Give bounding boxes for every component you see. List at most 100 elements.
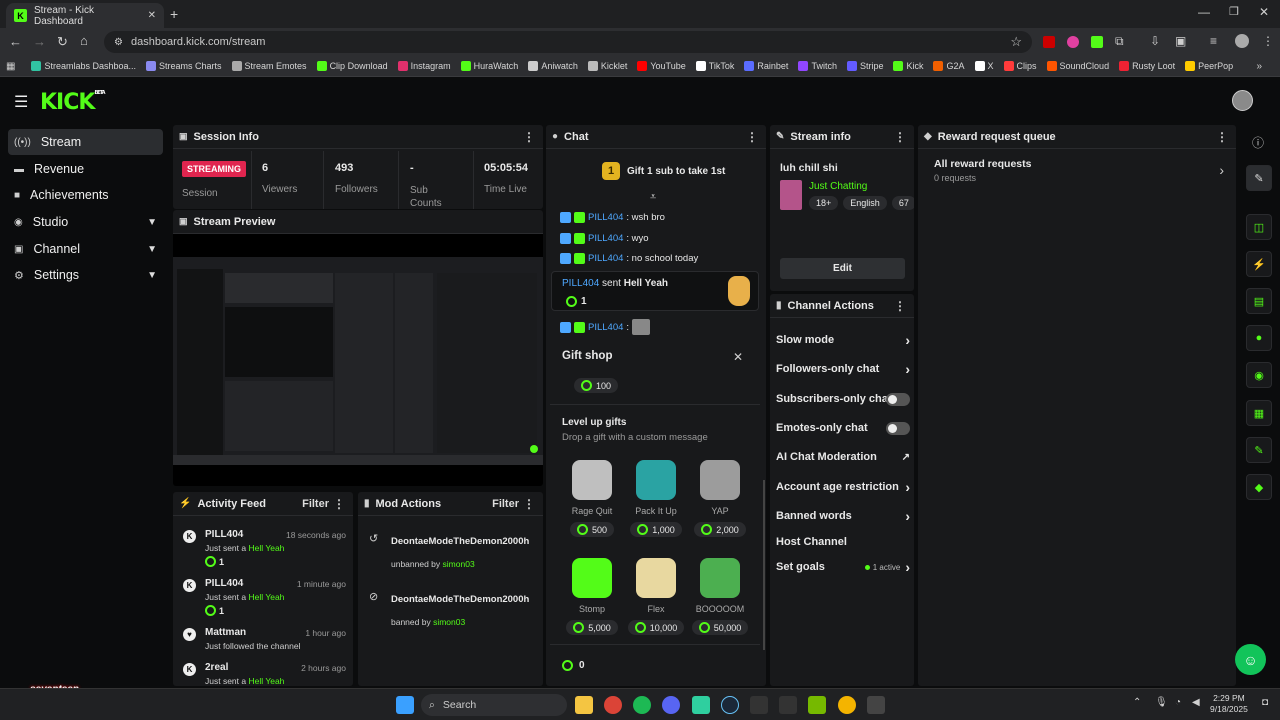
- channel-action-row[interactable]: Account age restriction ›: [776, 474, 910, 500]
- rail-media-icon[interactable]: ▦: [1246, 400, 1272, 426]
- nvidia-icon[interactable]: [808, 696, 826, 714]
- mod-target-user[interactable]: DeontaeModeTheDemon2000h: [391, 536, 539, 547]
- toggle-switch[interactable]: [886, 421, 910, 435]
- home-icon[interactable]: ⌂: [80, 33, 88, 48]
- channel-action-row[interactable]: Slow mode ›: [776, 327, 910, 353]
- taskbar-search[interactable]: ⌕ Search: [421, 694, 567, 716]
- channel-action-row[interactable]: Set goals 1 active ›: [776, 554, 910, 580]
- app-icon[interactable]: [692, 696, 710, 714]
- bookmark-item[interactable]: Stream Emotes: [231, 61, 307, 71]
- microphone-icon[interactable]: 🎙︎: [1155, 697, 1168, 708]
- channel-action-row[interactable]: AI Chat Moderation ↗: [776, 444, 910, 470]
- app-icon[interactable]: [779, 696, 797, 714]
- new-tab-icon[interactable]: +: [170, 6, 178, 22]
- more-options-icon[interactable]: ⋮: [523, 497, 535, 511]
- info-icon[interactable]: ⓘ: [1252, 134, 1264, 151]
- bookmark-star-icon[interactable]: ☆: [1010, 34, 1022, 50]
- epic-games-icon[interactable]: [750, 696, 768, 714]
- stream-tag[interactable]: 18+: [809, 196, 839, 210]
- extensions-puzzle-icon[interactable]: ⧉: [1115, 34, 1124, 49]
- edit-mode-icon[interactable]: ✎: [1246, 165, 1272, 191]
- steam-icon[interactable]: [721, 696, 739, 714]
- user-avatar[interactable]: [1232, 90, 1253, 111]
- toggle-switch[interactable]: [886, 392, 910, 406]
- rail-broadcast-icon[interactable]: ◉: [1246, 362, 1272, 388]
- bookmark-item[interactable]: Twitch: [798, 61, 837, 71]
- bookmark-item[interactable]: X: [974, 61, 994, 71]
- sidebar-item-revenue[interactable]: ▬ Revenue: [8, 156, 163, 182]
- all-reward-requests[interactable]: All reward requests 0 requests ›: [934, 158, 1224, 186]
- sidebar-item-settings[interactable]: ⚙ Settings ▼: [8, 262, 163, 288]
- sidebar-item-channel[interactable]: ▣ Channel ▼: [8, 236, 163, 262]
- rail-wrench-icon[interactable]: ✎: [1246, 437, 1272, 463]
- extension-icon-3[interactable]: [1091, 36, 1103, 48]
- chrome-icon[interactable]: [838, 696, 856, 714]
- activity-user[interactable]: Mattman: [205, 627, 246, 638]
- more-options-icon[interactable]: ⋮: [894, 130, 906, 144]
- edit-button[interactable]: Edit: [780, 258, 905, 279]
- more-options-icon[interactable]: ⋮: [1216, 130, 1228, 144]
- forward-icon[interactable]: →: [33, 34, 46, 49]
- gift-item[interactable]: Rage Quit 500: [562, 460, 622, 538]
- notification-bell-icon[interactable]: ◘: [1262, 697, 1268, 708]
- bookmark-item[interactable]: G2A: [933, 61, 965, 71]
- bookmark-item[interactable]: Kick: [893, 61, 923, 71]
- hamburger-menu-icon[interactable]: ☰: [14, 92, 28, 112]
- windows-start-icon[interactable]: [396, 696, 414, 714]
- spotify-icon[interactable]: [633, 696, 651, 714]
- bookmark-item[interactable]: Instagram: [397, 61, 451, 71]
- sidebar-item-achievements[interactable]: ■ Achievements: [8, 182, 163, 208]
- activity-user[interactable]: PILL404: [205, 578, 243, 589]
- rail-tool-icon[interactable]: ◫: [1246, 214, 1272, 240]
- more-options-icon[interactable]: ⋮: [894, 299, 906, 313]
- tray-chevron-icon[interactable]: ⌃: [1133, 697, 1141, 708]
- moderator-name[interactable]: simon03: [433, 617, 465, 627]
- more-options-icon[interactable]: ⋮: [333, 497, 345, 511]
- kick-logo[interactable]: KICKBETA: [40, 90, 106, 115]
- preview-video[interactable]: [173, 257, 543, 465]
- rail-chat-icon[interactable]: ●: [1246, 325, 1272, 351]
- category-name[interactable]: Just Chatting: [809, 181, 867, 192]
- gift-item[interactable]: Flex 10,000: [626, 558, 686, 636]
- bookmark-item[interactable]: TikTok: [695, 61, 734, 71]
- filter-button[interactable]: Filter: [302, 498, 329, 510]
- channel-action-row[interactable]: Host Channel: [776, 529, 910, 555]
- bookmark-item[interactable]: Clips: [1003, 61, 1037, 71]
- sidebar-item-studio[interactable]: ◉ Studio ▼: [8, 209, 163, 235]
- mod-target-user[interactable]: DeontaeModeTheDemon2000h: [391, 594, 539, 605]
- bookmark-item[interactable]: YouTube: [637, 61, 686, 71]
- volume-icon[interactable]: ◀: [1192, 697, 1200, 708]
- username[interactable]: PILL404: [588, 212, 623, 223]
- price-chip[interactable]: 100: [574, 378, 619, 393]
- reload-icon[interactable]: ↻: [57, 34, 68, 50]
- bookmark-item[interactable]: Kicklet: [587, 61, 627, 71]
- audio-app-icon[interactable]: [867, 696, 885, 714]
- address-bar[interactable]: ⚙ dashboard.kick.com/stream ☆: [104, 31, 1032, 53]
- chrome-icon[interactable]: [604, 696, 622, 714]
- gift-item[interactable]: YAP 2,000: [690, 460, 750, 538]
- expand-pinned-icon[interactable]: ⩡: [650, 191, 656, 204]
- moderator-name[interactable]: simon03: [443, 559, 475, 569]
- sidebar-item-stream[interactable]: ((•)) Stream: [8, 129, 163, 155]
- profile-avatar-icon[interactable]: [1235, 34, 1249, 48]
- bookmark-item[interactable]: HuraWatch: [460, 61, 518, 71]
- more-options-icon[interactable]: ⋮: [746, 130, 758, 144]
- tab-search-icon[interactable]: ▣: [1175, 34, 1186, 48]
- gift-leaderboard-banner[interactable]: 1 Gift 1 sub to take 1st: [602, 162, 725, 180]
- file-explorer-icon[interactable]: [575, 696, 593, 714]
- gift-item[interactable]: Stomp 5,000: [562, 558, 622, 636]
- browser-tab[interactable]: K Stream - Kick Dashboard ✕: [6, 3, 164, 28]
- bookmark-item[interactable]: Stripe: [846, 61, 883, 71]
- bookmark-item[interactable]: SoundCloud: [1046, 61, 1109, 71]
- more-bookmarks-icon[interactable]: »: [1256, 61, 1262, 72]
- browser-menu-icon[interactable]: ⋮: [1262, 34, 1274, 48]
- more-options-icon[interactable]: ⋮: [523, 130, 535, 144]
- scrollbar[interactable]: [763, 480, 765, 650]
- minimize-icon[interactable]: —: [1198, 5, 1210, 19]
- bookmark-item[interactable]: Streams Charts: [146, 61, 222, 71]
- back-icon[interactable]: ←: [9, 34, 22, 49]
- username[interactable]: PILL404: [588, 233, 623, 244]
- site-info-icon[interactable]: ⚙: [114, 37, 123, 48]
- rail-reward-icon[interactable]: ◆: [1246, 474, 1272, 500]
- bookmark-item[interactable]: Rusty Loot: [1119, 61, 1175, 71]
